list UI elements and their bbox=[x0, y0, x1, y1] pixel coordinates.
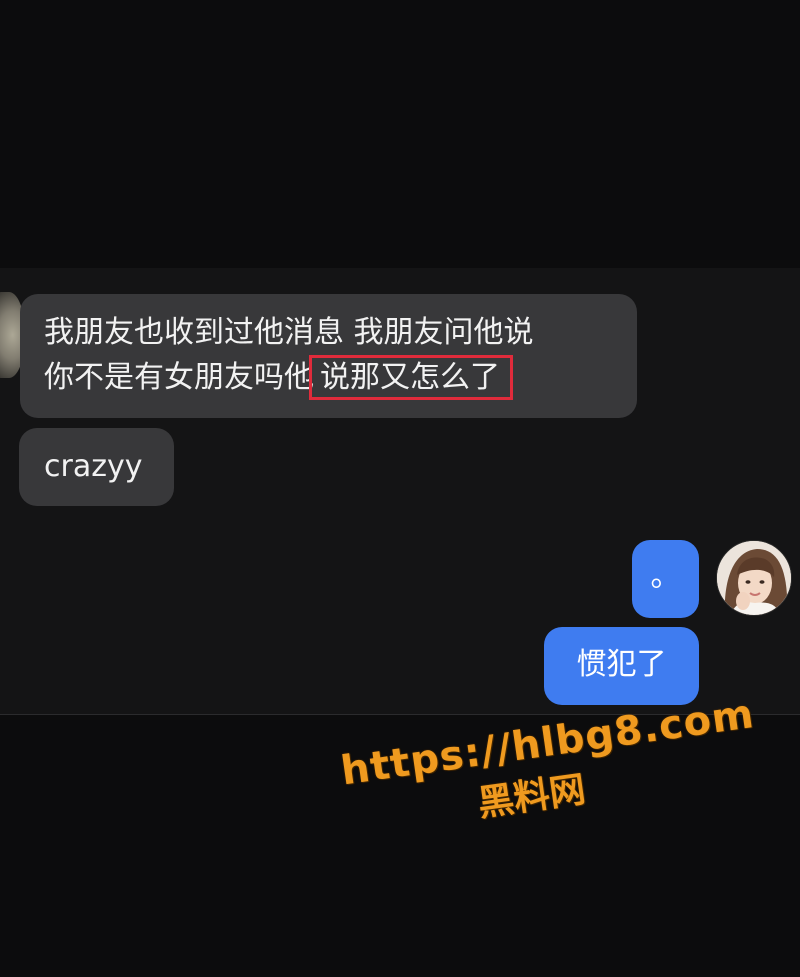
incoming-message-bubble[interactable]: crazyy bbox=[19, 428, 174, 506]
incoming-message-bubble[interactable]: 我朋友也收到过他消息 我朋友问他说 你不是有女朋友吗他 说那又怎么了 bbox=[20, 294, 637, 418]
message-text-line: 我朋友也收到过他消息 我朋友问他说 bbox=[44, 315, 534, 350]
avatar-photo-icon bbox=[717, 541, 791, 615]
message-text-plain: 你不是有女朋友吗他 bbox=[44, 360, 314, 395]
outgoing-message-bubble[interactable]: 惯犯了 bbox=[544, 627, 699, 705]
message-text: 。 bbox=[650, 559, 681, 594]
message-text: crazyy bbox=[44, 449, 143, 484]
message-text-line: 你不是有女朋友吗他 说那又怎么了 bbox=[44, 355, 637, 400]
user-avatar[interactable] bbox=[716, 540, 792, 616]
highlighted-text-box: 说那又怎么了 bbox=[309, 355, 513, 400]
outgoing-message-bubble[interactable]: 。 bbox=[632, 540, 699, 618]
top-empty-area bbox=[0, 0, 800, 268]
message-text: 惯犯了 bbox=[576, 647, 667, 682]
